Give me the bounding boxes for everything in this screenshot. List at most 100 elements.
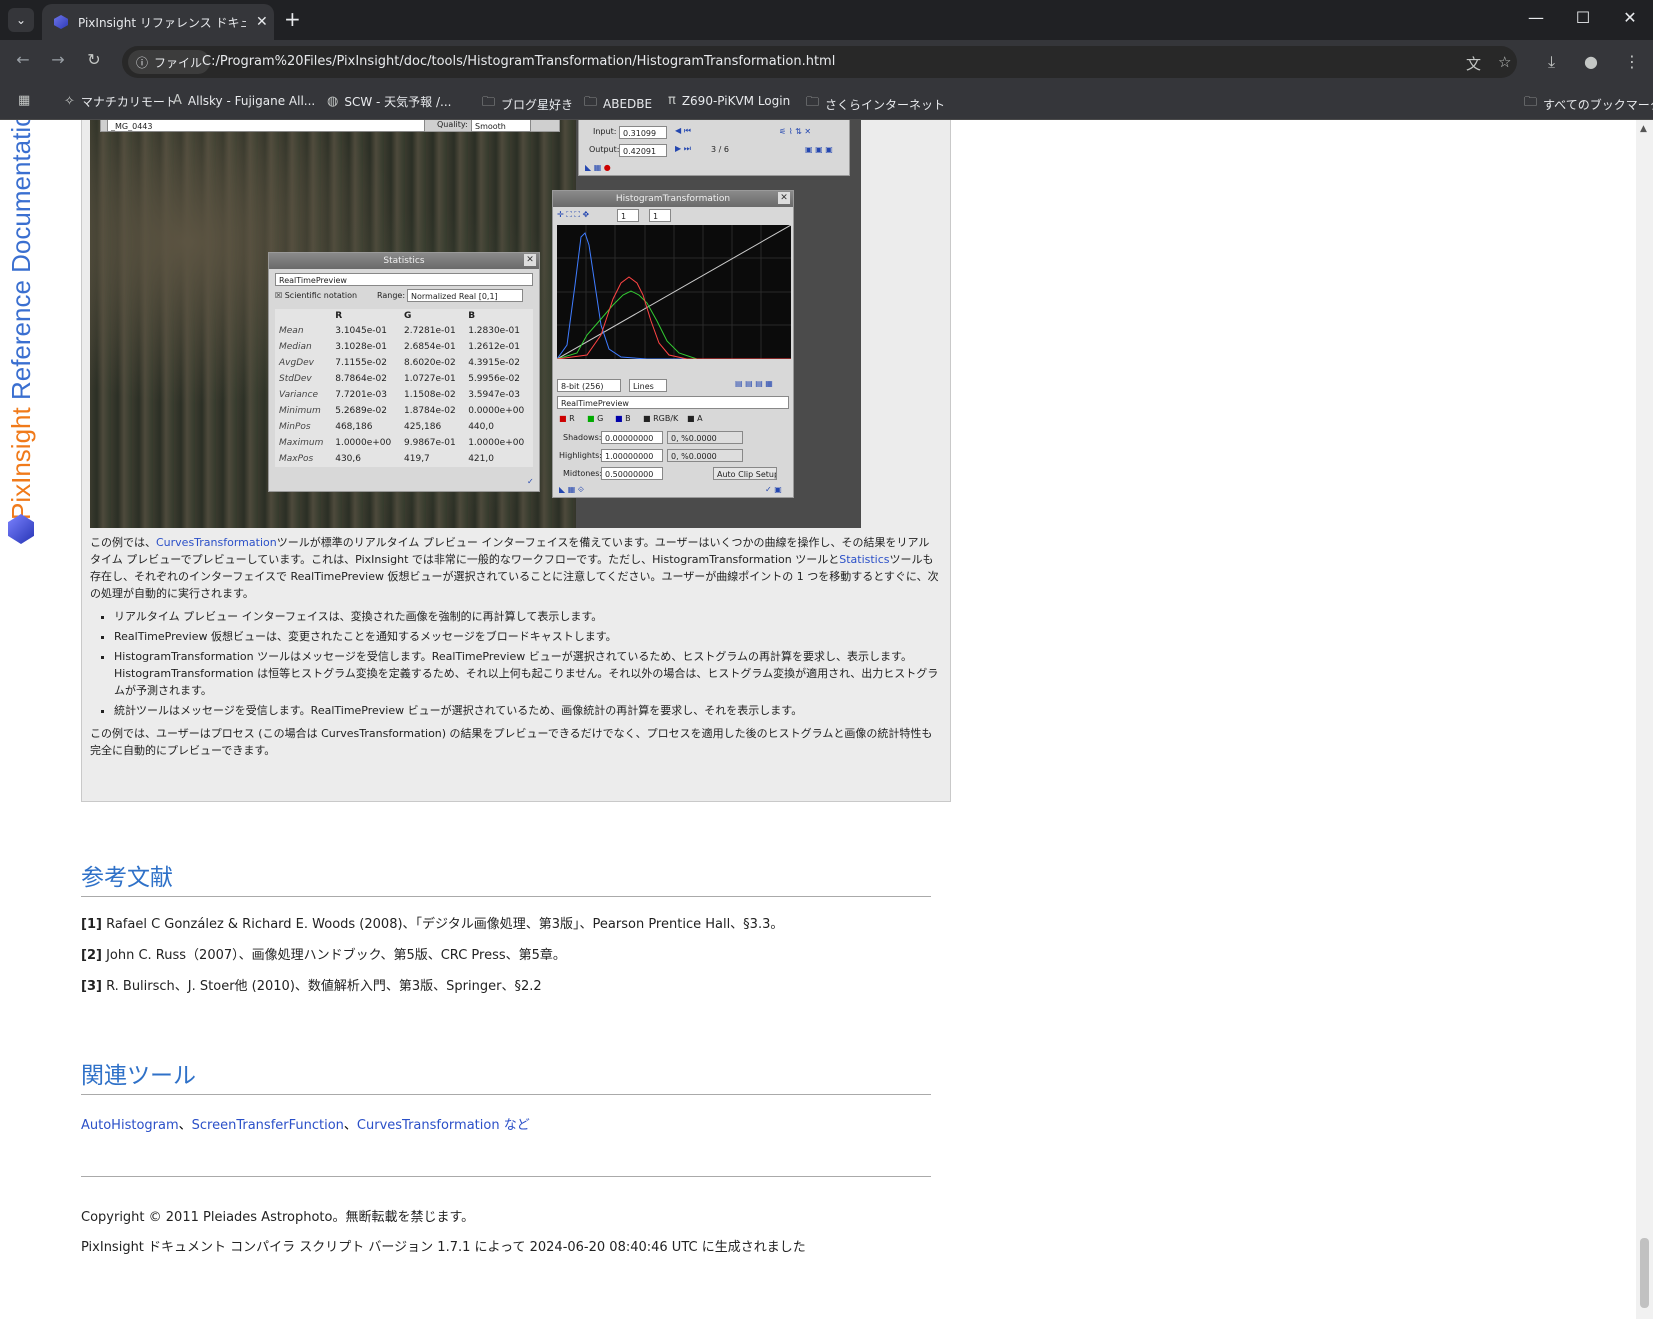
range-select[interactable]: Normalized Real [0,1] bbox=[407, 289, 523, 302]
stats-cell: 2.7281e-01 bbox=[404, 326, 456, 336]
apps-grid-icon[interactable]: ▦ bbox=[18, 93, 30, 108]
info-icon: ⓘ bbox=[136, 55, 149, 70]
menu-kebab-icon[interactable]: ⋮ bbox=[1624, 52, 1640, 71]
site-info-chip[interactable]: ⓘ ファイル bbox=[128, 50, 211, 74]
bookmark-2[interactable]: ◍ SCW - 天気予報 /... bbox=[327, 93, 451, 110]
reference-text: Rafael C González & Richard E. Woods (20… bbox=[101, 917, 784, 932]
minimize-icon[interactable]: — bbox=[1521, 8, 1551, 27]
stats-header: R bbox=[335, 311, 343, 321]
address-bar[interactable]: ⓘ ファイル C:/Program%20Files/PixInsight/doc… bbox=[122, 46, 1517, 78]
references-list: [1] Rafael C González & Richard E. Woods… bbox=[81, 916, 931, 1009]
screentransferfunction-link[interactable]: ScreenTransferFunction bbox=[192, 1118, 344, 1133]
stats-row: MaxPos 430,6 419,7 421,0 bbox=[275, 451, 533, 467]
hist-zoom-tools-icon[interactable]: ✛ ⛶ ⛶ ✥ bbox=[557, 210, 589, 220]
highlights-field[interactable]: 1.00000000 bbox=[601, 449, 663, 462]
channel-rgbk[interactable]: ■ RGB/K bbox=[643, 414, 678, 423]
statistics-title-text: Statistics bbox=[383, 256, 425, 266]
reference-number: [2] bbox=[81, 948, 102, 963]
maximize-icon[interactable]: ☐ bbox=[1568, 8, 1598, 27]
stats-cell: 1.2830e-01 bbox=[468, 326, 520, 336]
forward-arrow-icon[interactable]: → bbox=[46, 50, 70, 69]
hist-display-icons[interactable]: ▤ ▤ ▤ ▦ bbox=[735, 379, 773, 388]
references-heading: 参考文献 bbox=[81, 858, 931, 897]
tab-close-icon[interactable]: ✕ bbox=[256, 14, 268, 30]
scroll-thumb[interactable] bbox=[1640, 1238, 1649, 1308]
tab-search-button[interactable]: ⌄ bbox=[8, 8, 34, 32]
new-tab-button[interactable]: + bbox=[284, 9, 301, 29]
midtones-field[interactable]: 0.50000000 bbox=[601, 467, 663, 480]
curve-mode-icon[interactable]: ▣ ▣ ▣ bbox=[805, 145, 833, 154]
zoom-h-field[interactable]: 1 bbox=[617, 209, 639, 222]
bit-depth-select[interactable]: 8-bit (256) bbox=[557, 379, 621, 392]
bookmark-3[interactable]: 🗀 ブログ星好き bbox=[482, 93, 573, 115]
bookmark-4[interactable]: 🗀 ABEDBE bbox=[584, 93, 652, 115]
curves-transformation-link[interactable]: CurvesTransformation bbox=[156, 536, 277, 549]
tab-title: PixInsight リファレンス ドキュメント | H bbox=[78, 15, 246, 30]
profile-icon[interactable]: ● bbox=[1584, 52, 1598, 71]
stats-apply-icon[interactable]: ✓ bbox=[527, 477, 534, 486]
channel-a[interactable]: ■ A bbox=[687, 414, 703, 423]
autohistogram-link[interactable]: AutoHistogram bbox=[81, 1118, 179, 1133]
shadows-field[interactable]: 0.00000000 bbox=[601, 431, 663, 444]
hist-apply-icon[interactable]: ✓ ▣ bbox=[765, 485, 782, 494]
plot-mode-select[interactable]: Lines bbox=[629, 379, 667, 392]
histogram-plot[interactable] bbox=[556, 224, 792, 360]
prev-point-icon[interactable]: ◀ ⏮ bbox=[675, 126, 691, 136]
stats-row-label: Median bbox=[279, 342, 312, 352]
input-field[interactable]: 0.31099 bbox=[619, 126, 667, 139]
stats-cell: 1.2612e-01 bbox=[468, 342, 520, 352]
page-scrollbar[interactable]: ▲ bbox=[1636, 120, 1653, 1319]
curve-tools-icon[interactable]: ⚟ ⌇ ⇅ ✕ bbox=[779, 127, 811, 136]
hist-bottom-icons[interactable]: ◣ ▦ ⟐ bbox=[559, 485, 584, 495]
reference-item: [1] Rafael C González & Richard E. Woods… bbox=[81, 916, 931, 933]
translate-icon[interactable]: ⽂ bbox=[1466, 53, 1481, 74]
statistics-link[interactable]: Statistics bbox=[839, 553, 889, 566]
stats-cell: 425,186 bbox=[404, 422, 442, 432]
output-label: Output: bbox=[589, 145, 620, 154]
bookmark-label: さくらインターネット bbox=[825, 97, 946, 112]
channel-b[interactable]: ■ B bbox=[615, 414, 631, 423]
bookmark-star-icon[interactable]: ☆ bbox=[1498, 53, 1511, 71]
folder-icon: 🗀 bbox=[806, 95, 820, 110]
related-tools-links: AutoHistogram、ScreenTransferFunction、Cur… bbox=[81, 1114, 530, 1133]
window-close-icon[interactable]: ✕ bbox=[1615, 8, 1645, 27]
channel-g[interactable]: ■ G bbox=[587, 414, 603, 423]
image-selector[interactable]: _MG_0443 bbox=[107, 120, 425, 132]
zoom-v-field[interactable]: 1 bbox=[649, 209, 671, 222]
next-point-icon[interactable]: ▶ ⏭ bbox=[675, 144, 691, 154]
statistics-close-icon[interactable]: ✕ bbox=[524, 254, 536, 266]
all-bookmarks[interactable]: 🗀 すべてのブックマーク bbox=[1524, 93, 1653, 115]
active-tab[interactable]: PixInsight リファレンス ドキュメント | H ✕ bbox=[42, 4, 274, 40]
histogram-close-icon[interactable]: ✕ bbox=[778, 192, 790, 204]
auto-clip-button[interactable]: Auto Clip Setup bbox=[713, 467, 777, 480]
page-viewport: PixInsight Reference Documentation _MG_0… bbox=[0, 120, 1653, 1319]
reload-icon[interactable]: ↻ bbox=[82, 50, 106, 69]
hist-view-select[interactable]: RealTimePreview bbox=[557, 396, 789, 409]
curves-bottom-icons[interactable]: ◣ ▦ ● bbox=[585, 163, 611, 172]
statistics-table: R G B Mean 3.1045e-01 2.7281e-01 1.2830e-01… bbox=[275, 309, 533, 467]
channel-r[interactable]: ■ R bbox=[559, 414, 575, 423]
back-arrow-icon[interactable]: ← bbox=[11, 50, 35, 69]
bookmark-1[interactable]: A Allsky - Fujigane All... bbox=[173, 93, 315, 108]
stats-cell: 468,186 bbox=[335, 422, 373, 432]
curvestransformation-link[interactable]: CurvesTransformation など bbox=[357, 1118, 530, 1133]
bookmark-0[interactable]: ✧ マナチカリモート bbox=[64, 93, 177, 110]
scroll-up-icon[interactable]: ▲ bbox=[1640, 124, 1647, 134]
bookmark-6[interactable]: 🗀 さくらインターネット bbox=[806, 93, 945, 115]
sci-notation-checkbox[interactable]: ☒ Scientific notation bbox=[275, 291, 357, 300]
stats-view-select[interactable]: RealTimePreview bbox=[275, 273, 533, 286]
browser-toolbar: ← → ↻ ⓘ ファイル C:/Program%20Files/PixInsig… bbox=[0, 40, 1653, 84]
reference-item: [2] John C. Russ（2007）、画像処理ハンドブック、第5版、CR… bbox=[81, 947, 931, 964]
quality-select[interactable]: Smooth bbox=[471, 120, 531, 132]
url-text[interactable]: C:/Program%20Files/PixInsight/doc/tools/… bbox=[202, 54, 835, 69]
download-icon[interactable]: ⤓ bbox=[1548, 52, 1555, 72]
stats-cell: 5.9956e-02 bbox=[468, 374, 520, 384]
list-item: RealTimePreview 仮想ビューは、変更されたことを通知するメッセージ… bbox=[114, 628, 940, 645]
side-banner-text: PixInsight Reference Documentation bbox=[6, 120, 37, 520]
output-field[interactable]: 0.42091 bbox=[619, 144, 667, 157]
stats-cell: 0.0000e+00 bbox=[468, 406, 525, 416]
highlights-label: Highlights: bbox=[559, 451, 602, 460]
scw-icon: ◍ bbox=[327, 94, 339, 109]
histogram-window: HistogramTransformation ✕ ✛ ⛶ ⛶ ✥ 1 1 8-b… bbox=[552, 190, 794, 498]
bookmark-5[interactable]: π Z690-PiKVM Login bbox=[668, 93, 790, 108]
